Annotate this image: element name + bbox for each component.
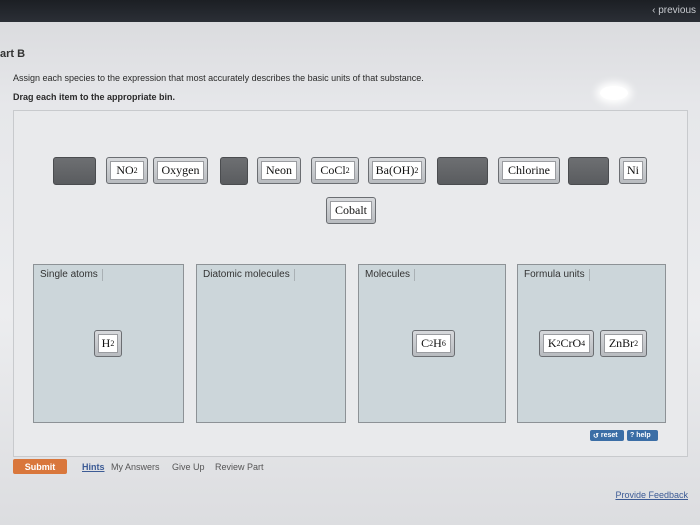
draggable-item-baoh2[interactable]: Ba(OH) 2	[368, 157, 426, 184]
item-label: H	[101, 336, 111, 350]
item-label: Cobalt	[335, 203, 367, 217]
item-label: Neon	[266, 163, 292, 177]
placed-item-znbr2[interactable]: ZnBr 2	[600, 330, 647, 357]
draggable-item-cobalt[interactable]: Cobalt	[326, 197, 376, 224]
bin-label: Formula units	[522, 269, 590, 281]
draggable-item-ni[interactable]: Ni	[619, 157, 647, 184]
reset-button[interactable]: ↺ reset	[590, 430, 624, 441]
drag-instruction: Drag each item to the appropriate bin.	[13, 92, 176, 102]
draggable-item-oxygen[interactable]: Oxygen	[153, 157, 208, 184]
item-label: Ni	[627, 163, 639, 177]
help-label: ? help	[630, 432, 651, 439]
empty-slot	[53, 157, 96, 185]
bin-diatomic-molecules[interactable]: Diatomic molecules	[196, 264, 346, 423]
submit-button[interactable]: Submit	[13, 459, 67, 474]
bin-label: Diatomic molecules	[201, 269, 295, 281]
top-bar: ‹ previous	[0, 0, 700, 22]
give-up-link[interactable]: Give Up	[172, 462, 205, 472]
item-label: Chlorine	[508, 163, 550, 177]
reset-icon: ↺	[593, 432, 599, 440]
my-answers-link[interactable]: My Answers	[111, 462, 160, 472]
draggable-item-chlorine[interactable]: Chlorine	[498, 157, 560, 184]
draggable-item-no2[interactable]: NO 2	[106, 157, 148, 184]
placed-item-c2h6[interactable]: C2H6	[412, 330, 455, 357]
item-label: H	[433, 336, 442, 350]
empty-slot	[437, 157, 488, 185]
item-label: ZnBr	[608, 336, 635, 350]
item-label: Ba(OH)	[375, 163, 415, 177]
draggable-item-neon[interactable]: Neon	[257, 157, 301, 184]
item-label: NO	[116, 163, 134, 177]
help-button[interactable]: ? help	[627, 430, 658, 441]
placed-item-h2[interactable]: H2	[94, 330, 122, 357]
bin-label: Molecules	[363, 269, 416, 281]
empty-slot	[568, 157, 609, 185]
instruction-text: Assign each species to the expression th…	[13, 73, 424, 83]
item-label: K	[547, 336, 557, 350]
bin-label: Single atoms	[38, 269, 103, 281]
hints-link[interactable]: Hints	[82, 462, 105, 472]
reset-label: reset	[600, 432, 618, 439]
provide-feedback-link[interactable]: Provide Feedback	[615, 490, 688, 500]
empty-slot	[220, 157, 248, 185]
placed-item-k2cro4[interactable]: K 2 CrO 4	[539, 330, 594, 357]
item-label: CrO	[560, 336, 582, 350]
part-title: art B	[0, 48, 26, 60]
review-part-link[interactable]: Review Part	[215, 462, 264, 472]
screen-glare	[600, 86, 628, 100]
previous-link[interactable]: ‹ previous	[652, 5, 696, 16]
item-label: C	[421, 336, 430, 350]
draggable-item-cocl2[interactable]: CoCl 2	[311, 157, 359, 184]
item-label: CoCl	[320, 163, 346, 177]
item-label: Oxygen	[161, 163, 200, 177]
